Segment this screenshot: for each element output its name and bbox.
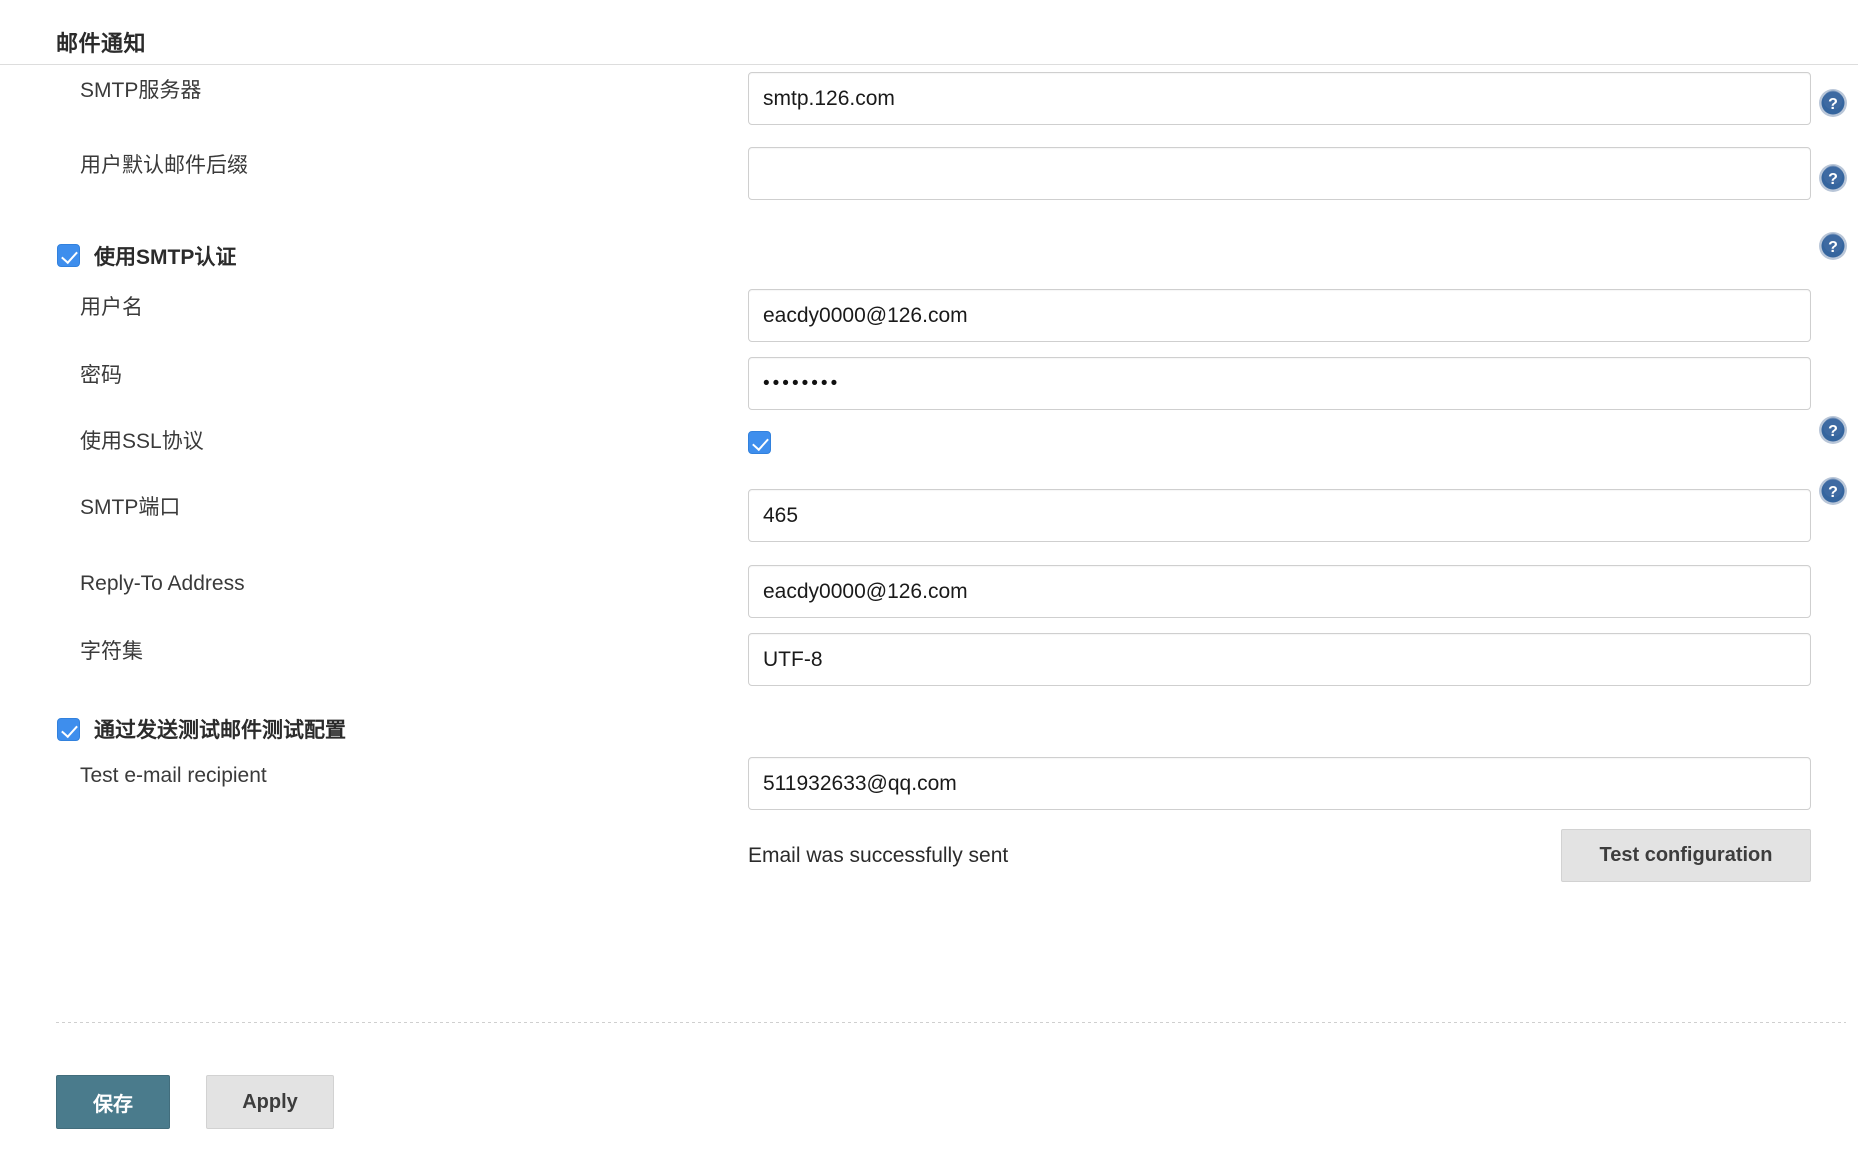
field-use-ssl (748, 425, 1808, 454)
help-icon-smtp-port[interactable]: ? (1818, 476, 1848, 506)
svg-text:?: ? (1828, 484, 1838, 501)
label-smtp-port: SMTP端口 (80, 496, 181, 519)
label-charset: 字符集 (80, 640, 143, 663)
test-recipient-input[interactable]: 511932633@qq.com (748, 757, 1811, 810)
label-username: 用户名 (80, 296, 143, 319)
field-default-suffix (748, 147, 1811, 200)
row-test-actions: Email was successfully sent Test configu… (0, 829, 1858, 909)
svg-text:?: ? (1828, 171, 1838, 188)
svg-text:?: ? (1828, 96, 1838, 113)
row-password: 密码 •••••••• (0, 357, 1858, 425)
label-use-ssl: 使用SSL协议 (80, 430, 204, 453)
form-actions: 保存 Apply (56, 1075, 334, 1129)
test-actions-cell: Email was successfully sent Test configu… (748, 829, 1811, 882)
field-charset: UTF-8 (748, 633, 1811, 686)
row-use-smtp-auth: 使用SMTP认证 (0, 222, 1858, 289)
svg-text:?: ? (1828, 423, 1838, 440)
row-username: 用户名 eacdy0000@126.com (0, 289, 1858, 357)
page-title: 邮件通知 (56, 31, 147, 56)
row-smtp-port: SMTP端口 465 (0, 489, 1858, 565)
username-input[interactable]: eacdy0000@126.com (748, 289, 1811, 342)
row-test-by-email: 通过发送测试邮件测试配置 (0, 701, 1858, 757)
help-icon-use-smtp-auth[interactable]: ? (1818, 231, 1848, 261)
help-icon-default-suffix[interactable]: ? (1818, 163, 1848, 193)
bottom-divider (56, 1022, 1846, 1023)
row-charset: 字符集 UTF-8 (0, 633, 1858, 701)
label-test-recipient: Test e-mail recipient (80, 764, 267, 787)
help-icon-smtp-server[interactable]: ? (1818, 88, 1848, 118)
reply-to-input[interactable]: eacdy0000@126.com (748, 565, 1811, 618)
test-by-email-checkbox[interactable] (57, 717, 80, 741)
field-test-recipient: 511932633@qq.com (748, 757, 1811, 810)
label-smtp-server: SMTP服务器 (80, 79, 202, 102)
label-reply-to: Reply-To Address (80, 572, 245, 595)
row-reply-to: Reply-To Address eacdy0000@126.com (0, 565, 1858, 633)
field-smtp-server: smtp.126.com (748, 72, 1811, 125)
svg-text:?: ? (1828, 239, 1838, 256)
test-status-message: Email was successfully sent (748, 843, 1009, 867)
apply-button[interactable]: Apply (206, 1075, 334, 1129)
label-test-by-email: 通过发送测试邮件测试配置 (94, 719, 346, 742)
label-password: 密码 (80, 364, 122, 387)
label-default-suffix: 用户默认邮件后缀 (80, 154, 248, 177)
field-smtp-port: 465 (748, 489, 1811, 542)
test-by-email-toggle[interactable]: 通过发送测试邮件测试配置 (0, 714, 346, 744)
smtp-server-input[interactable]: smtp.126.com (748, 72, 1811, 125)
row-use-ssl: 使用SSL协议 (0, 425, 1858, 489)
row-test-recipient: Test e-mail recipient 511932633@qq.com (0, 757, 1858, 829)
use-smtp-auth-checkbox[interactable] (57, 244, 80, 267)
title-divider (0, 64, 1858, 65)
settings-form: SMTP服务器 smtp.126.com 用户默认邮件后缀 使用SMTP认证 用… (0, 72, 1858, 909)
row-default-suffix: 用户默认邮件后缀 (0, 147, 1858, 222)
charset-input[interactable]: UTF-8 (748, 633, 1811, 686)
default-suffix-input[interactable] (748, 147, 1811, 200)
password-input[interactable]: •••••••• (748, 357, 1811, 410)
use-smtp-auth-toggle[interactable]: 使用SMTP认证 (0, 241, 236, 271)
smtp-port-input[interactable]: 465 (748, 489, 1811, 542)
save-button[interactable]: 保存 (56, 1075, 170, 1129)
row-smtp-server: SMTP服务器 smtp.126.com (0, 72, 1858, 147)
field-username: eacdy0000@126.com (748, 289, 1811, 342)
field-reply-to: eacdy0000@126.com (748, 565, 1811, 618)
email-notification-settings-page: 邮件通知 SMTP服务器 smtp.126.com 用户默认邮件后缀 使用SMT… (0, 0, 1858, 1168)
label-use-smtp-auth: 使用SMTP认证 (94, 245, 237, 269)
field-password: •••••••• (748, 357, 1811, 410)
help-icon-use-ssl[interactable]: ? (1818, 415, 1848, 445)
test-configuration-button[interactable]: Test configuration (1561, 829, 1811, 882)
use-ssl-checkbox[interactable] (748, 431, 771, 454)
